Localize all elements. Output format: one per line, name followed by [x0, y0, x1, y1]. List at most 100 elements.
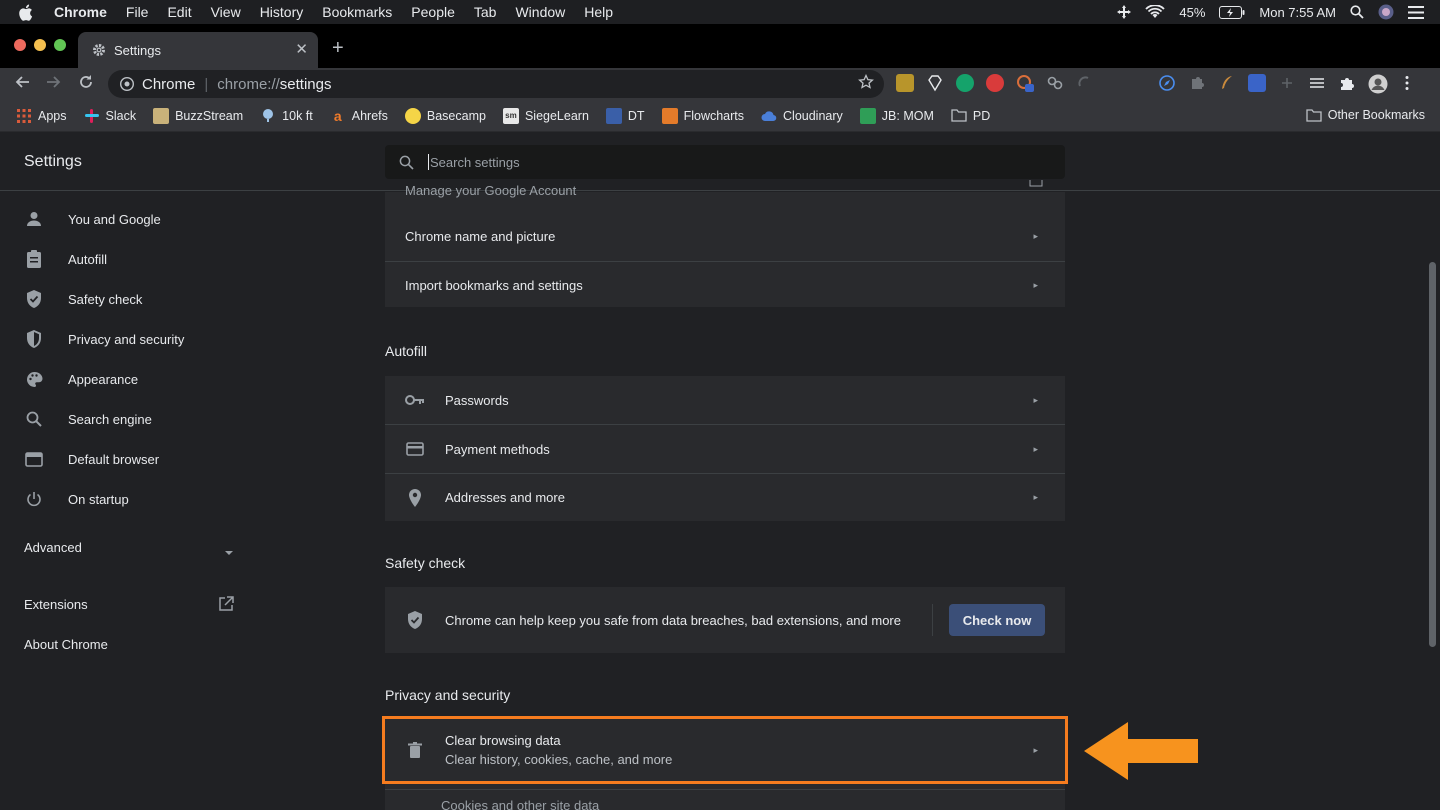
forward-icon[interactable] — [46, 74, 62, 95]
sidebar-about-chrome[interactable]: About Chrome — [24, 637, 108, 652]
sidebar-advanced[interactable]: Advanced — [24, 540, 234, 555]
bookmark-slack[interactable]: Slack — [84, 108, 137, 124]
move-icon[interactable] — [1117, 5, 1132, 19]
sidebar-extensions[interactable]: Extensions — [24, 596, 234, 612]
battery-percent: 45% — [1179, 4, 1206, 20]
manage-account-row-partial[interactable]: Manage your Google Account — [385, 180, 1065, 200]
wifi-icon[interactable] — [1145, 5, 1166, 19]
search-icon — [399, 155, 414, 170]
extension-icon[interactable] — [896, 74, 914, 92]
menu-chrome[interactable]: Chrome — [54, 4, 107, 20]
highlight-box — [382, 716, 1068, 784]
puzzle-gray-icon[interactable] — [1188, 74, 1206, 92]
import-bookmarks-row[interactable]: Import bookmarks and settings ▸ — [385, 261, 1065, 309]
zoom-window-button[interactable] — [54, 39, 66, 51]
content-scrollbar[interactable] — [1425, 192, 1440, 810]
back-icon[interactable] — [14, 74, 30, 95]
credit-card-icon — [405, 439, 425, 459]
vertical-divider — [932, 604, 933, 636]
sidebar-item-on-startup[interactable]: On startup — [24, 489, 129, 509]
spinner-extension-icon[interactable] — [1076, 74, 1094, 92]
menu-people[interactable]: People — [411, 4, 455, 20]
sidebar-item-search-engine[interactable]: Search engine — [24, 409, 152, 429]
new-tab-icon[interactable]: + — [332, 37, 344, 60]
bookmark-star-icon[interactable] — [858, 73, 874, 94]
menu-file[interactable]: File — [126, 4, 149, 20]
feather-extension-icon[interactable] — [1218, 74, 1236, 92]
spotlight-icon[interactable] — [1350, 5, 1364, 19]
menu-tab[interactable]: Tab — [474, 4, 497, 20]
bookmark-dt[interactable]: DT — [605, 107, 645, 124]
notification-center-icon[interactable] — [1408, 5, 1424, 19]
search-input[interactable]: Search settings — [385, 145, 1065, 179]
close-tab-icon[interactable]: ✕ — [295, 40, 308, 58]
bookmark-apps[interactable]: Apps — [16, 108, 67, 124]
close-window-button[interactable] — [14, 39, 26, 51]
profile-avatar-icon[interactable] — [1368, 74, 1388, 94]
battery-icon[interactable] — [1219, 5, 1245, 19]
menu-help[interactable]: Help — [584, 4, 613, 20]
chrome-name-and-picture-row[interactable]: Chrome name and picture ▸ — [385, 212, 1065, 261]
clock[interactable]: Mon 7:55 AM — [1259, 5, 1336, 20]
passwords-row[interactable]: Passwords ▸ — [385, 376, 1065, 424]
addresses-row[interactable]: Addresses and more ▸ — [385, 473, 1065, 521]
bookmark-label: JB: MOM — [881, 108, 934, 123]
shield-icon — [24, 329, 44, 349]
plus-extension-icon[interactable] — [1278, 74, 1296, 92]
cookies-row-partial[interactable]: Cookies and other site data — [385, 789, 1065, 810]
bookmark-label: Slack — [105, 108, 137, 123]
address-bar[interactable]: Chrome | chrome:// settings — [108, 70, 884, 98]
bookmark-10kft[interactable]: 10k ft — [260, 108, 313, 124]
bookmarks-bar: Apps Slack BuzzStream 10k ft a Ahrefs Ba… — [0, 100, 1440, 132]
bookmark-ahrefs[interactable]: a Ahrefs — [330, 108, 388, 124]
sidebar-item-default-browser[interactable]: Default browser — [24, 449, 159, 469]
menu-view[interactable]: View — [211, 4, 241, 20]
bookmark-siegelearn[interactable]: sm SiegeLearn — [502, 107, 589, 124]
you-and-google-card: Manage your Google Account Chrome name a… — [385, 180, 1065, 309]
bookmark-label: Flowcharts — [683, 108, 745, 123]
bookmark-label: PD — [972, 108, 991, 123]
payment-methods-row[interactable]: Payment methods ▸ — [385, 424, 1065, 473]
sidebar-item-appearance[interactable]: Appearance — [24, 369, 138, 389]
clipboard-icon — [24, 249, 44, 269]
sidebar-item-safety-check[interactable]: Safety check — [24, 289, 142, 309]
menu-bookmarks[interactable]: Bookmarks — [322, 4, 392, 20]
sidebar-extensions-label: Extensions — [24, 597, 88, 612]
bookmark-basecamp[interactable]: Basecamp — [404, 107, 486, 124]
apple-icon[interactable] — [18, 4, 38, 21]
bookmark-pd[interactable]: PD — [951, 108, 990, 124]
video-extension-icon[interactable] — [1248, 74, 1266, 92]
url-scheme: chrome:// — [217, 75, 280, 93]
sidebar-item-you-and-google[interactable]: You and Google — [24, 209, 161, 229]
bookmark-cloudinary[interactable]: Cloudinary — [761, 108, 843, 124]
badge-extension-icon[interactable] — [1016, 74, 1034, 92]
bookmark-buzzstream[interactable]: BuzzStream — [153, 107, 243, 124]
sidebar-item-autofill[interactable]: Autofill — [24, 249, 107, 269]
buzzstream-icon — [153, 107, 170, 124]
reload-icon[interactable] — [78, 74, 94, 95]
other-bookmarks[interactable]: Other Bookmarks — [1306, 108, 1425, 122]
row-label: Manage your Google Account — [405, 182, 577, 198]
minimize-window-button[interactable] — [34, 39, 46, 51]
grammarly-icon[interactable] — [956, 74, 974, 92]
menu-window[interactable]: Window — [515, 4, 565, 20]
bookmark-label: Other Bookmarks — [1327, 108, 1425, 122]
search-placeholder: Search settings — [430, 154, 520, 170]
sidebar-item-privacy-and-security[interactable]: Privacy and security — [24, 329, 184, 349]
diamond-extension-icon[interactable] — [926, 74, 944, 92]
compass-extension-icon[interactable] — [1158, 74, 1176, 92]
menu-edit[interactable]: Edit — [167, 4, 191, 20]
link-extension-icon[interactable] — [1046, 74, 1064, 92]
more-menu-icon[interactable] — [1398, 74, 1416, 92]
striped-extension-icon[interactable] — [1308, 74, 1326, 92]
check-now-button[interactable]: Check now — [949, 604, 1045, 636]
extensions-puzzle-icon[interactable] — [1338, 74, 1356, 92]
menu-history[interactable]: History — [260, 4, 304, 20]
user-avatar-icon[interactable] — [1378, 4, 1394, 20]
scrollbar-thumb[interactable] — [1429, 262, 1436, 647]
bookmark-jb-mom[interactable]: JB: MOM — [859, 107, 934, 124]
tab-settings[interactable]: Settings ✕ — [78, 32, 318, 68]
bookmark-flowcharts[interactable]: Flowcharts — [661, 107, 745, 124]
red-extension-icon[interactable] — [986, 74, 1004, 92]
settings-sidebar: You and Google Autofill Safety check Pri… — [0, 192, 260, 810]
